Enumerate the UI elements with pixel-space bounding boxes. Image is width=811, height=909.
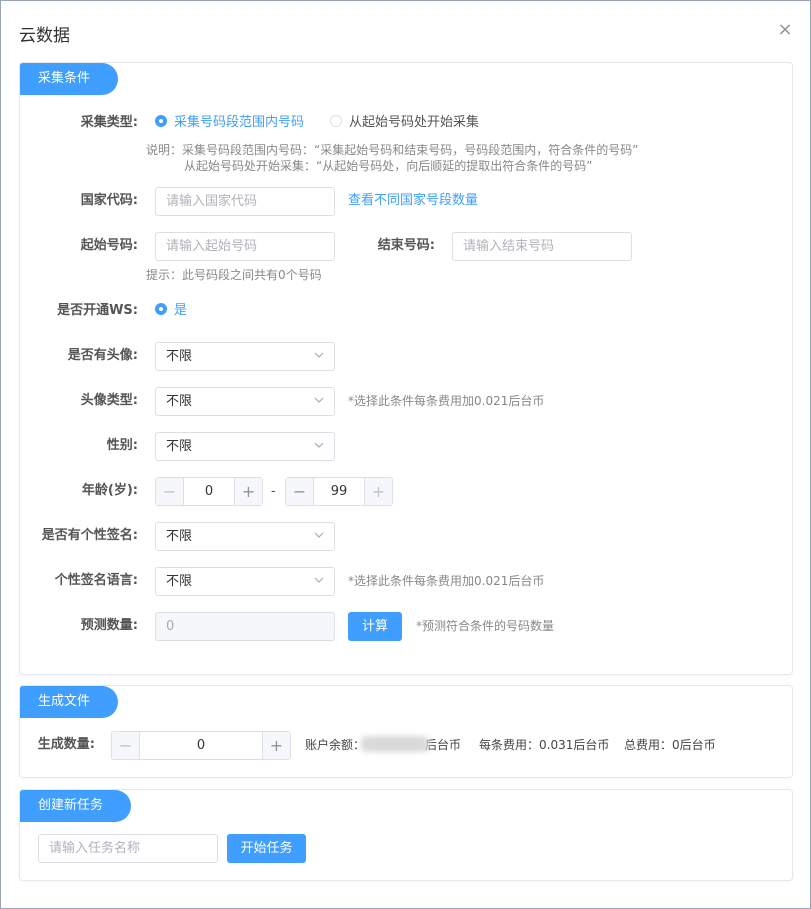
age-max-value[interactable]: 99 <box>314 478 364 505</box>
generate-count-increment-button[interactable]: + <box>262 732 290 759</box>
radio-checked-icon <box>155 303 167 315</box>
create-task-card: 创建新任务 开始任务 <box>19 789 793 881</box>
radio-checked-icon <box>155 115 167 127</box>
cloud-data-dialog: 云数据 × 采集条件 采集类型: 采集号码段范围内号码 从起始号码处开始采集 说… <box>0 0 811 909</box>
generate-file-tab: 生成文件 <box>20 686 119 718</box>
generate-file-card: 生成文件 生成数量: − 0 + 账户余额： 后台币 每条费用：0.031后台币 … <box>19 685 793 778</box>
has-signature-select[interactable]: 不限 <box>155 522 335 551</box>
collect-conditions-tab: 采集条件 <box>20 63 119 95</box>
account-balance-label: 账户余额： <box>305 738 366 752</box>
age-min-increment-button[interactable]: + <box>234 478 262 505</box>
has-avatar-select[interactable]: 不限 <box>155 342 335 371</box>
age-min-value[interactable]: 0 <box>184 478 234 505</box>
create-task-tab: 创建新任务 <box>20 790 132 822</box>
age-max-increment-button[interactable]: + <box>364 478 392 505</box>
close-icon[interactable]: × <box>776 21 794 39</box>
avatar-type-value: 不限 <box>166 394 193 409</box>
signature-language-cost-hint: *选择此条件每条费用加0.021后台币 <box>348 574 545 588</box>
generate-count-decrement-button[interactable]: − <box>112 732 140 759</box>
chevron-down-icon <box>314 397 324 403</box>
generate-count-stepper[interactable]: − 0 + <box>111 731 291 760</box>
radio-from-start[interactable]: 从起始号码处开始采集 <box>330 108 479 138</box>
calculate-button[interactable]: 计算 <box>348 612 402 641</box>
redacted-balance <box>361 736 430 752</box>
collect-description-2: 从起始号码处开始采集：“从起始号码处，向后顺延的提取出符合条件的号码” <box>184 159 593 173</box>
total-cost: 总费用：0后台币 <box>624 738 716 752</box>
has-signature-value: 不限 <box>166 529 193 544</box>
dialog-title: 云数据 <box>19 26 70 46</box>
chevron-down-icon <box>314 577 324 583</box>
signature-language-select[interactable]: 不限 <box>155 567 335 596</box>
radio-unchecked-icon <box>330 115 342 127</box>
has-signature-label: 是否有个性签名: <box>41 528 138 543</box>
chevron-down-icon <box>314 442 324 448</box>
collect-type-label: 采集类型: <box>80 115 138 130</box>
generate-count-label: 生成数量: <box>37 737 95 752</box>
collect-conditions-card: 采集条件 采集类型: 采集号码段范围内号码 从起始号码处开始采集 说明：采集号码… <box>19 62 793 675</box>
gender-select[interactable]: 不限 <box>155 432 335 461</box>
account-balance-unit: 后台币 <box>425 738 462 752</box>
radio-from-start-label: 从起始号码处开始采集 <box>349 115 480 130</box>
end-number-label: 结束号码: <box>377 238 435 253</box>
age-max-decrement-button[interactable]: − <box>286 478 314 505</box>
chevron-down-icon <box>314 532 324 538</box>
signature-language-value: 不限 <box>166 574 193 589</box>
view-country-segments-link[interactable]: 查看不同国家号段数量 <box>348 186 478 216</box>
has-avatar-value: 不限 <box>166 349 193 364</box>
country-code-label: 国家代码: <box>80 193 138 208</box>
predict-count-input <box>155 612 335 641</box>
age-separator: - <box>271 484 276 499</box>
radio-range-label: 采集号码段范围内号码 <box>174 115 305 130</box>
has-avatar-label: 是否有头像: <box>67 348 138 363</box>
generate-count-value[interactable]: 0 <box>140 732 262 759</box>
start-task-button[interactable]: 开始任务 <box>227 834 306 863</box>
age-max-stepper[interactable]: − 99 + <box>285 477 393 506</box>
age-min-decrement-button[interactable]: − <box>156 478 184 505</box>
ws-enabled-label: 是否开通WS: <box>57 303 138 318</box>
range-count-hint: 提示：此号码段之间共有0个号码 <box>146 268 322 282</box>
predict-hint: *预测符合条件的号码数量 <box>416 619 555 633</box>
end-number-input[interactable] <box>452 232 632 261</box>
task-name-input[interactable] <box>38 834 218 863</box>
avatar-type-select[interactable]: 不限 <box>155 387 335 416</box>
start-number-label: 起始号码: <box>80 238 138 253</box>
chevron-down-icon <box>314 352 324 358</box>
collect-description-1: 说明：采集号码段范围内号码：“采集起始号码和结束号码，号码段范围内，符合条件的号… <box>146 143 639 157</box>
age-label: 年龄(岁): <box>81 483 138 498</box>
radio-ws-yes[interactable]: 是 <box>155 296 187 326</box>
gender-label: 性别: <box>106 438 138 453</box>
avatar-type-label: 头像类型: <box>80 393 138 408</box>
start-number-input[interactable] <box>155 232 335 261</box>
radio-range-numbers[interactable]: 采集号码段范围内号码 <box>155 108 304 138</box>
gender-value: 不限 <box>166 439 193 454</box>
radio-ws-yes-label: 是 <box>174 303 188 318</box>
age-min-stepper[interactable]: − 0 + <box>155 477 263 506</box>
avatar-type-cost-hint: *选择此条件每条费用加0.021后台币 <box>348 394 545 408</box>
account-balance: 账户余额： 后台币 <box>305 731 461 759</box>
country-code-input[interactable] <box>155 187 335 216</box>
per-item-cost: 每条费用：0.031后台币 <box>479 738 610 752</box>
predict-count-label: 预测数量: <box>80 618 138 633</box>
signature-language-label: 个性签名语言: <box>54 573 138 588</box>
